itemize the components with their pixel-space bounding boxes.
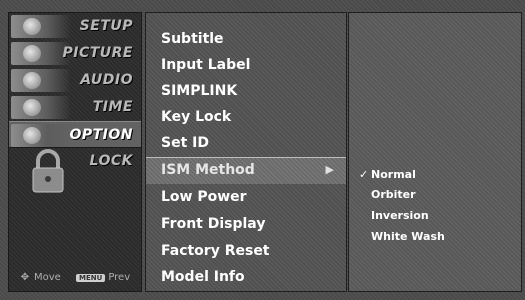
prev-label: Prev	[108, 272, 131, 283]
ism-option-normal[interactable]: ✓ Normal	[359, 168, 416, 186]
category-label: SETUP	[79, 18, 133, 34]
menu-item-label: Set ID	[161, 135, 209, 151]
menu-item-label: Input Label	[161, 57, 251, 73]
ism-option-label: White Wash	[371, 230, 445, 243]
menu-item-set-id[interactable]: Set ID	[146, 131, 346, 157]
category-label: AUDIO	[80, 72, 133, 88]
ism-option-label: Orbiter	[371, 188, 416, 201]
menu-item-label: ISM Method	[161, 162, 255, 178]
move-label: Move	[34, 272, 61, 283]
menu-item-label: Model Info	[161, 269, 245, 285]
category-time[interactable]: TIME	[9, 94, 141, 121]
move-arrows-icon: ✥	[20, 272, 30, 283]
option-menu-column: Subtitle Input Label SIMPLINK Key Lock S…	[145, 12, 347, 292]
ism-option-inversion[interactable]: Inversion	[359, 209, 429, 227]
menu-item-front-display[interactable]: Front Display	[146, 212, 346, 238]
menu-item-label: Subtitle	[161, 31, 224, 47]
menu-item-input-label[interactable]: Input Label	[146, 53, 346, 79]
setup-icon	[11, 15, 71, 38]
menu-key-icon: MENU	[76, 274, 106, 282]
category-option[interactable]: OPTION	[9, 121, 141, 148]
ism-options-column: ✓ Normal Orbiter Inversion White Wash	[348, 12, 522, 292]
menu-item-label: Factory Reset	[161, 243, 270, 259]
audio-icon	[11, 69, 71, 92]
menu-item-low-power[interactable]: Low Power	[146, 185, 346, 211]
category-picture[interactable]: PICTURE	[9, 40, 141, 67]
menu-item-model-info[interactable]: Model Info	[146, 265, 346, 291]
menu-item-factory-reset[interactable]: Factory Reset	[146, 239, 346, 265]
tv-osd-menu: SETUP PICTURE AUDIO TIME OPTION LOCK ✥ Mo…	[0, 0, 525, 300]
menu-item-label: SIMPLINK	[161, 83, 238, 99]
ism-option-white-wash[interactable]: White Wash	[359, 230, 445, 248]
menu-item-simplink[interactable]: SIMPLINK	[146, 79, 346, 105]
category-label: PICTURE	[62, 45, 133, 61]
menu-item-label: Key Lock	[161, 109, 232, 125]
submenu-arrow-icon: ▶	[325, 164, 334, 176]
lock-icon	[32, 149, 64, 193]
ism-option-orbiter[interactable]: Orbiter	[359, 188, 416, 206]
category-label: OPTION	[69, 127, 133, 143]
menu-item-label: Low Power	[161, 189, 247, 205]
menu-item-key-lock[interactable]: Key Lock	[146, 105, 346, 131]
menu-item-label: Front Display	[161, 216, 266, 232]
category-label: TIME	[92, 99, 133, 115]
ism-option-label: Inversion	[371, 209, 429, 222]
menu-item-subtitle[interactable]: Subtitle	[146, 27, 346, 53]
option-icon	[11, 124, 71, 147]
category-setup[interactable]: SETUP	[9, 13, 141, 40]
category-label: LOCK	[89, 153, 133, 169]
category-audio[interactable]: AUDIO	[9, 67, 141, 94]
menu-item-ism-method[interactable]: ISM Method ▶	[146, 158, 346, 184]
footer-hint: ✥ Move MENU Prev	[19, 272, 130, 283]
category-column: SETUP PICTURE AUDIO TIME OPTION LOCK ✥ Mo…	[8, 12, 142, 292]
time-icon	[11, 96, 71, 119]
ism-option-label: Normal	[371, 168, 416, 181]
checkmark-icon: ✓	[359, 168, 369, 181]
